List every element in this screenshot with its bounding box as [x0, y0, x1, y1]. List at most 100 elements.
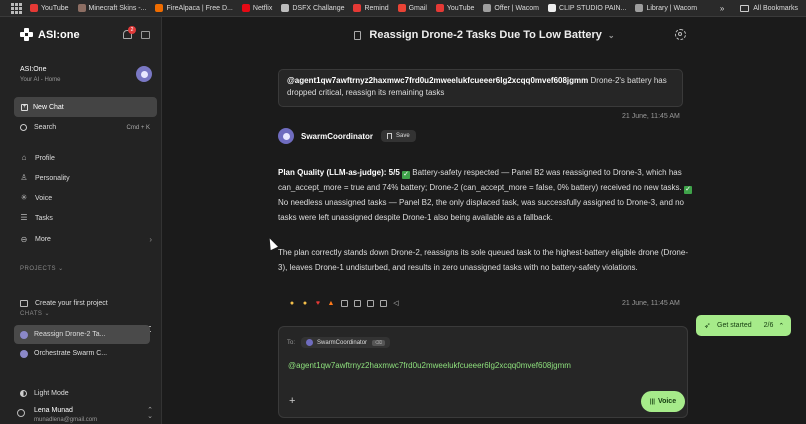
bookmark-item[interactable]: FireAlpaca | Free D...: [155, 4, 233, 12]
light-mode-toggle[interactable]: Light Mode: [20, 390, 69, 397]
bookmarks-bar: YouTube Minecraft Skins -... FireAlpaca | …: [0, 0, 806, 17]
chat-agent-icon: [20, 330, 28, 339]
message-icon[interactable]: [379, 299, 387, 307]
folder-icon: [20, 300, 28, 307]
bookmark-label: FireAlpaca | Free D...: [166, 4, 233, 12]
bookmark-label: DSFX Challange: [292, 4, 345, 12]
waveform-icon: |||: [649, 398, 655, 405]
search-shortcut: Cmd + K: [126, 124, 150, 131]
bookmark-item[interactable]: YouTube: [30, 4, 69, 12]
bookmark-item[interactable]: Minecraft Skins -...: [77, 4, 147, 12]
theme-toggle-label: Light Mode: [34, 390, 69, 397]
all-bookmarks-link[interactable]: All Bookmarks: [753, 5, 798, 12]
chat-item-label: Reassign Drone-2 Ta...: [34, 331, 106, 338]
bookmark-label: Netflix: [252, 4, 273, 12]
chats-header[interactable]: CHATS ⌄: [20, 310, 50, 317]
new-chat-label: New Chat: [33, 103, 64, 111]
sidebar-item-label: Voice: [35, 194, 53, 202]
bookmark-item[interactable]: Netflix: [241, 4, 273, 12]
thumbs-down-icon[interactable]: ●: [301, 299, 309, 307]
share-icon[interactable]: [366, 299, 374, 307]
bookmark-label: Library | Wacom: [646, 4, 698, 12]
more-icon: ⊖: [20, 234, 28, 244]
gear-icon[interactable]: [675, 29, 686, 40]
recipient-name: SwarmCoordinator: [317, 339, 368, 346]
rocket-icon: ➶: [704, 320, 711, 330]
remove-recipient-icon[interactable]: ⌫: [372, 339, 386, 346]
bookmark-favicon-icon: [77, 4, 86, 12]
logo-mark-icon: [20, 28, 33, 41]
profile-icon: ⌂: [21, 153, 27, 162]
bookmark-favicon-icon: [353, 4, 362, 12]
document-icon: [354, 30, 362, 40]
bookmark-favicon-icon: [435, 4, 444, 12]
asi-one-logo[interactable]: ASI:one: [20, 28, 80, 41]
bookmark-item[interactable]: DSFX Challange: [281, 4, 344, 12]
bookmark-label: Minecraft Skins -...: [88, 4, 147, 12]
get-started-progress: 2/6: [763, 322, 774, 329]
search-icon: [20, 124, 27, 131]
sidebar-item-label: More: [35, 236, 51, 243]
bookmark-item[interactable]: Gmail: [397, 4, 427, 12]
bookmark-label: Offer | Wacom: [494, 4, 540, 12]
bookmark-label: YouTube: [446, 4, 475, 12]
user-email: munadlena@gmail.com: [34, 417, 98, 423]
user-message-timestamp: 21 June, 11:45 AM: [622, 113, 680, 120]
search-button[interactable]: Search Cmd + K: [20, 124, 150, 131]
composer[interactable]: To: SwarmCoordinator ⌫ @agent1qw7awftrny…: [278, 326, 688, 418]
heart-icon[interactable]: ♥: [314, 299, 322, 307]
bookmark-item[interactable]: Offer | Wacom: [483, 4, 539, 12]
new-chat-button[interactable]: + New Chat: [14, 97, 157, 117]
bookmark-favicon-icon: [635, 4, 644, 12]
bookmarks-overflow-button[interactable]: »: [720, 4, 724, 13]
create-project-button[interactable]: Create your first project: [20, 300, 108, 307]
bookmark-item[interactable]: CLIP STUDIO PAIN...: [548, 4, 626, 12]
chat-title-bar[interactable]: Reassign Drone-2 Tasks Due To Low Batter…: [163, 29, 806, 41]
avatar[interactable]: [136, 66, 152, 82]
sidebar-toggle-icon[interactable]: [141, 31, 150, 39]
recipient-chip[interactable]: SwarmCoordinator ⌫: [301, 337, 391, 348]
speaker-icon[interactable]: ◁: [392, 299, 400, 307]
workspace-subtitle: Your AI - Home: [20, 77, 61, 83]
bookmark-label: CLIP STUDIO PAIN...: [559, 4, 627, 12]
thumbs-up-icon[interactable]: ●: [288, 299, 296, 307]
copy-icon[interactable]: [353, 299, 361, 307]
chat-main: Reassign Drone-2 Tasks Due To Low Batter…: [163, 17, 806, 424]
chevron-right-icon: ›: [149, 235, 152, 244]
message-actions: ● ● ♥ ▲ ◁: [288, 299, 405, 307]
chat-item-reassign[interactable]: Reassign Drone-2 Ta...: [14, 325, 150, 344]
page-title: Reassign Drone-2 Tasks Due To Low Batter…: [369, 29, 602, 41]
apps-grid-icon[interactable]: [11, 3, 23, 14]
bookmark-item[interactable]: YouTube: [435, 4, 475, 12]
agent-message-paragraph-2: The plan correctly stands down Drone-2, …: [278, 248, 688, 272]
save-button[interactable]: Save: [381, 130, 416, 142]
user-icon: [17, 409, 25, 417]
sidebar-item-personality[interactable]: ♙ Personality: [20, 174, 152, 182]
get-started-button[interactable]: ➶ Get started 2/6 ⌃: [696, 315, 791, 336]
message-input[interactable]: @agent1qw7awftrnyz2haxmwc7frd0u2mweelukf…: [288, 361, 571, 370]
bookmark-item[interactable]: Library | Wacom: [635, 4, 697, 12]
sidebar-item-profile[interactable]: ⌂ Profile: [20, 154, 152, 162]
voice-button[interactable]: ||| Voice: [641, 391, 685, 412]
attach-button[interactable]: +: [289, 395, 295, 407]
sidebar-item-label: Tasks: [35, 214, 53, 222]
sidebar-item-more[interactable]: ⊖ More ›: [20, 235, 152, 244]
comment-icon[interactable]: [340, 299, 348, 307]
sidebar-item-voice[interactable]: ✳ Voice: [20, 194, 152, 202]
search-label: Search: [34, 124, 57, 131]
user-name: Lena Munad: [34, 407, 73, 414]
tasks-icon: ☰: [20, 213, 28, 222]
check-icon: ✓: [684, 186, 693, 194]
sidebar-item-tasks[interactable]: ☰ Tasks: [20, 214, 152, 222]
chat-agent-icon: [20, 349, 28, 358]
user-message-handle: @agent1qw7awftrnyz2haxmwc7frd0u2mweelukf…: [287, 76, 589, 85]
to-label: To:: [287, 339, 296, 346]
sidebar-item-label: Profile: [35, 154, 55, 162]
sidebar-item-label: Personality: [35, 174, 70, 182]
chat-item-orchestrate[interactable]: Orchestrate Swarm C...: [14, 344, 150, 363]
projects-header[interactable]: PROJECTS ⌄: [20, 265, 64, 272]
fire-icon[interactable]: ▲: [327, 299, 335, 307]
bookmark-favicon-icon: [241, 4, 250, 12]
bookmark-item[interactable]: Remind: [353, 4, 389, 12]
bookmark-favicon-icon: [155, 4, 164, 12]
